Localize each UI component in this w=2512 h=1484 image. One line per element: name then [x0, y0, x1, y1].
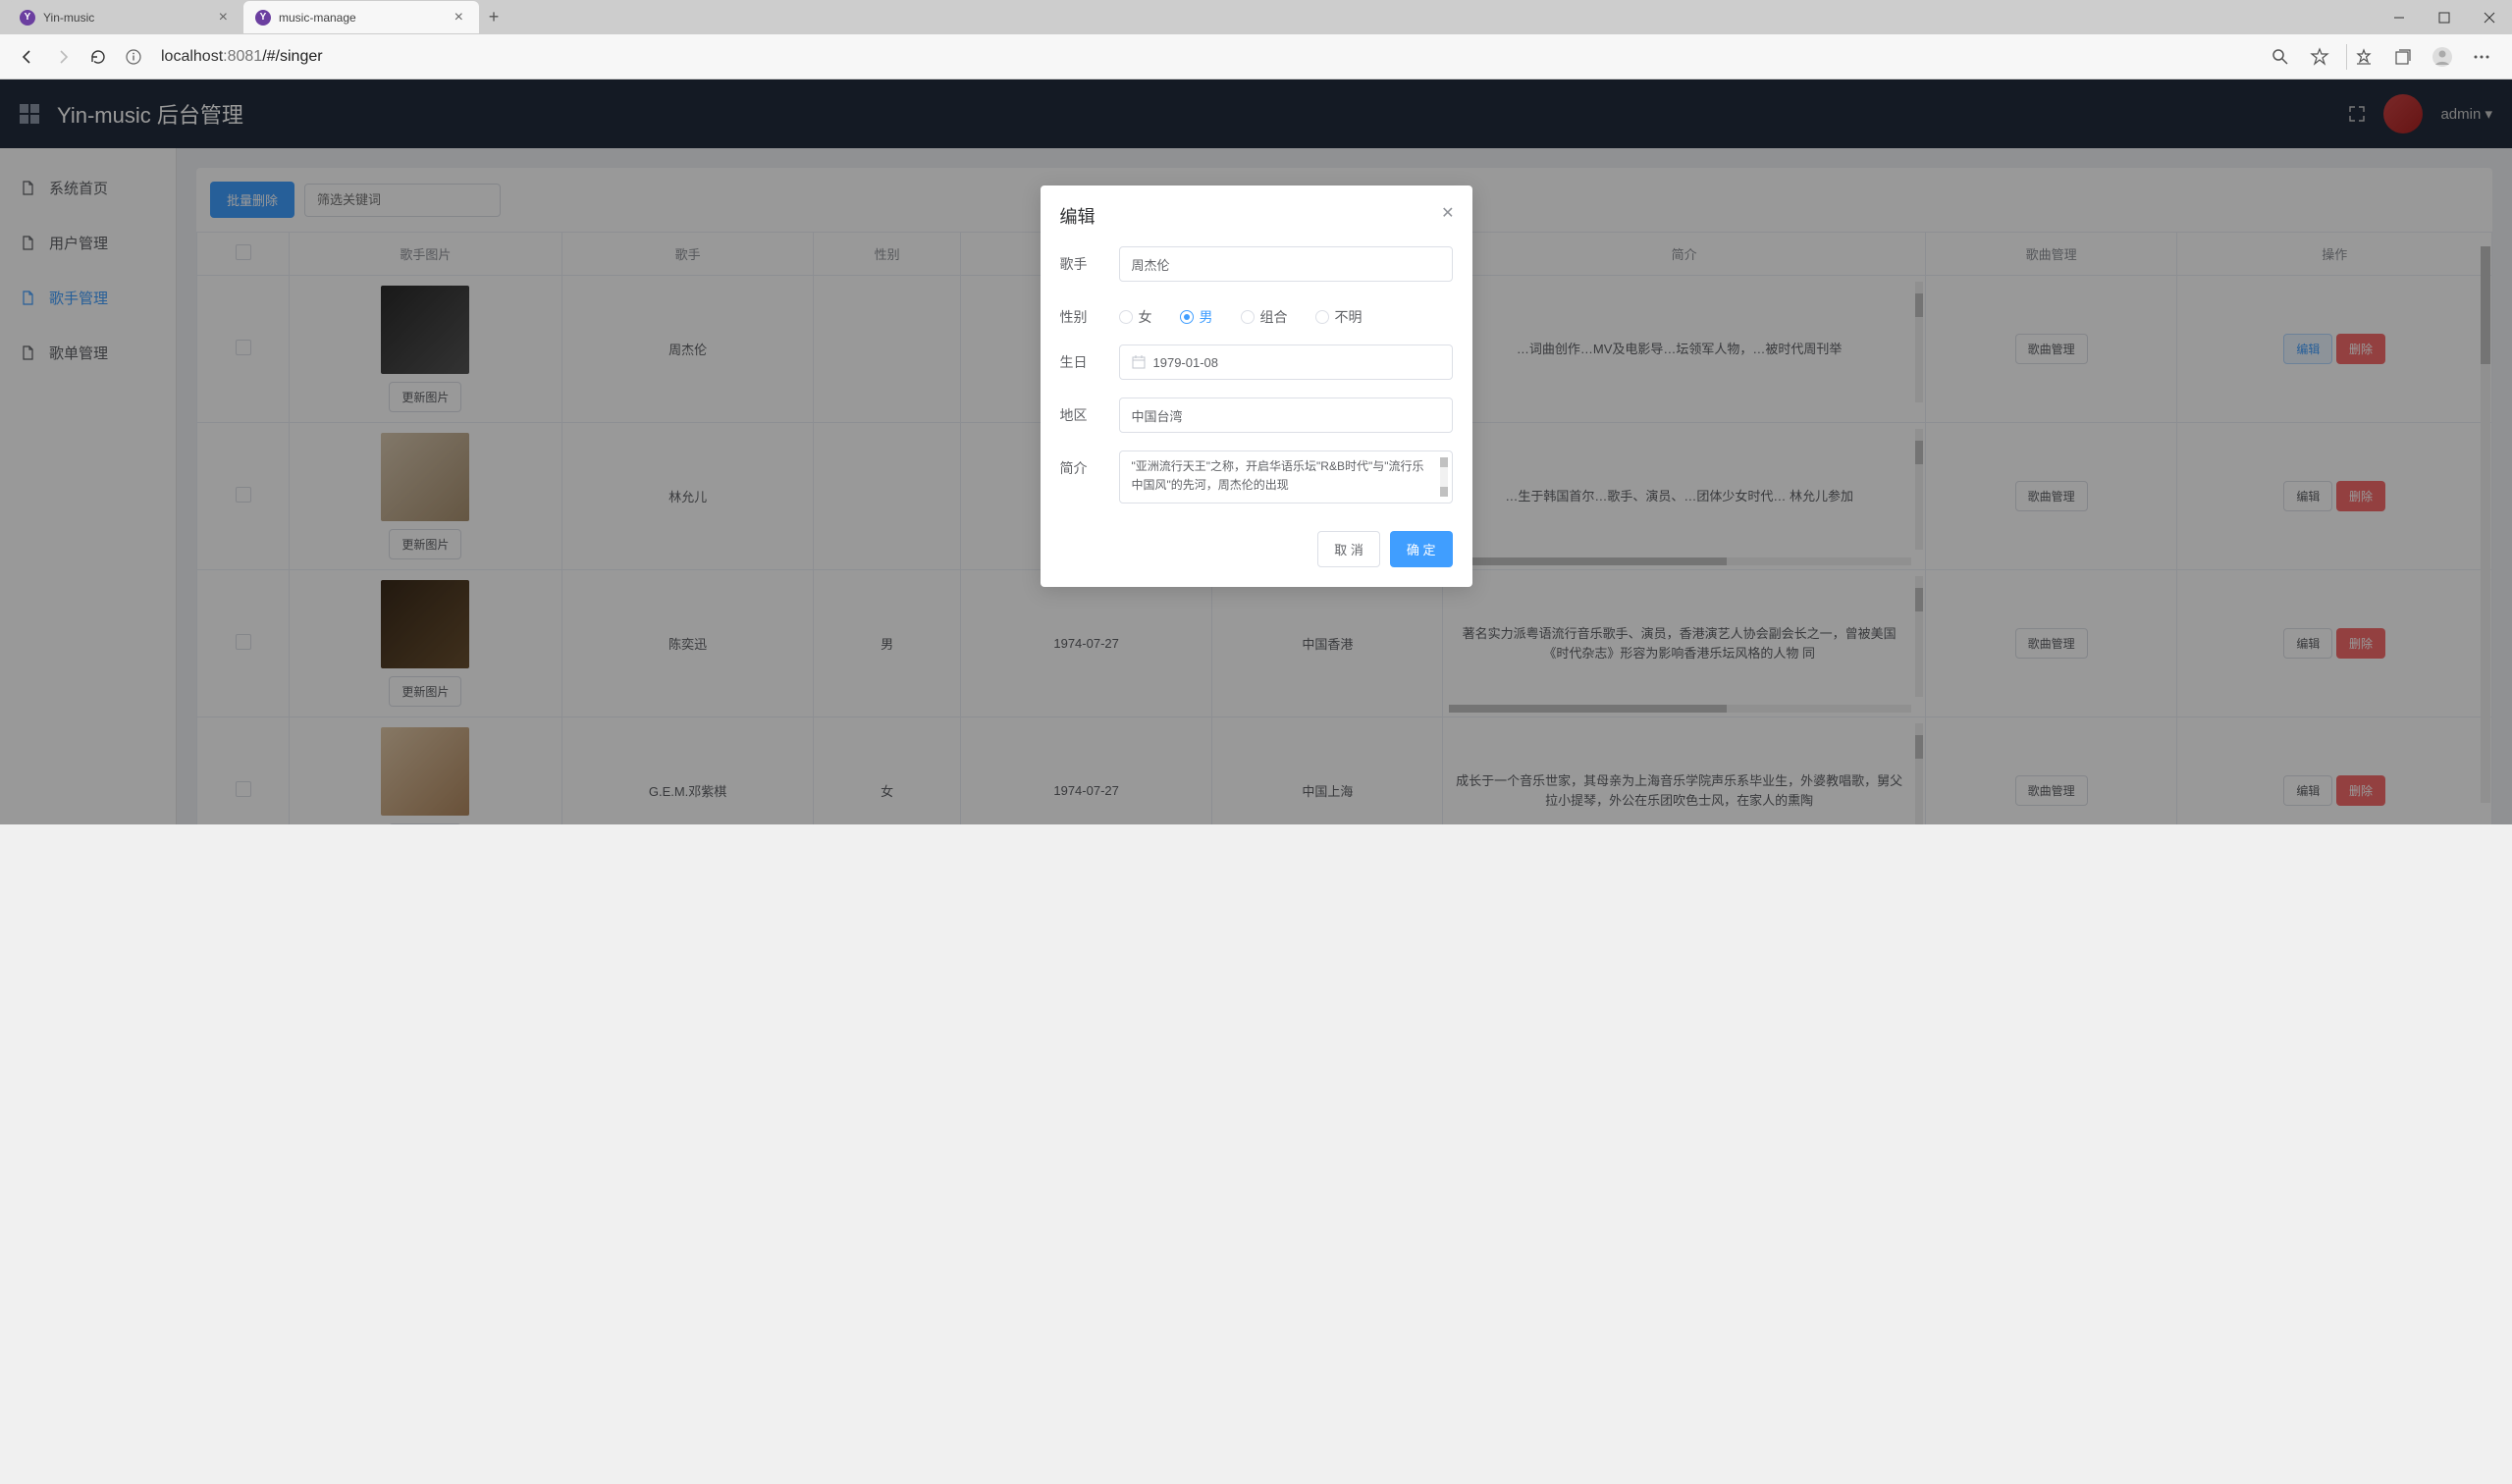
nav-back-button[interactable]: [10, 39, 45, 75]
collections-icon[interactable]: [2392, 46, 2414, 68]
label-singer: 歌手: [1060, 246, 1119, 274]
nav-forward-button: [45, 39, 80, 75]
singer-input[interactable]: 周杰伦: [1119, 246, 1453, 282]
radio-unknown[interactable]: 不明: [1315, 307, 1363, 327]
nav-refresh-button[interactable]: [80, 39, 116, 75]
url-host: localhost: [161, 48, 223, 66]
region-input[interactable]: 中国台湾: [1119, 398, 1453, 433]
app-root: Yin-music 后台管理 admin ▾ 系统首页 用户管理 歌手管理: [0, 80, 2512, 824]
favicon-icon: Y: [255, 10, 271, 26]
address-bar: localhost:8081/#/singer: [0, 34, 2512, 80]
cancel-button[interactable]: 取 消: [1317, 531, 1380, 567]
tab-title: music-manage: [279, 11, 443, 25]
tab-title: Yin-music: [43, 11, 207, 25]
favorite-icon[interactable]: [2309, 46, 2330, 68]
radio-group[interactable]: 组合: [1241, 307, 1288, 327]
search-icon[interactable]: [2270, 46, 2291, 68]
new-tab-button[interactable]: +: [479, 3, 508, 32]
textarea-scrollbar-icon[interactable]: [1440, 457, 1448, 497]
browser-tab[interactable]: Y Yin-music ×: [8, 1, 243, 33]
tab-close-icon[interactable]: ×: [451, 9, 467, 26]
window-maximize-button[interactable]: [2422, 1, 2467, 33]
intro-textarea[interactable]: "亚洲流行天王"之称，开启华语乐坛"R&B时代"与"流行乐中国风"的先河，周杰伦…: [1119, 450, 1453, 504]
radio-male[interactable]: 男: [1180, 307, 1213, 327]
browser-chrome: Y Yin-music × Y music-manage × +: [0, 0, 2512, 80]
label-birthday: 生日: [1060, 344, 1119, 372]
profile-icon[interactable]: [2432, 46, 2453, 68]
dialog-close-button[interactable]: ✕: [1441, 203, 1454, 223]
tab-close-icon[interactable]: ×: [215, 9, 232, 26]
url-port: :8081: [223, 48, 262, 66]
window-close-button[interactable]: [2467, 1, 2512, 33]
browser-tab[interactable]: Y music-manage ×: [243, 1, 479, 33]
url-path: /#/singer: [262, 48, 322, 66]
label-region: 地区: [1060, 398, 1119, 425]
window-minimize-button[interactable]: [2377, 1, 2422, 33]
site-info-icon[interactable]: [116, 39, 151, 75]
confirm-button[interactable]: 确 定: [1390, 531, 1453, 567]
calendar-icon: [1132, 355, 1146, 369]
radio-female[interactable]: 女: [1119, 307, 1152, 327]
tab-bar: Y Yin-music × Y music-manage × +: [0, 0, 2512, 34]
favorites-bar-icon[interactable]: [2353, 46, 2375, 68]
dialog-title: 编辑: [1060, 207, 1096, 227]
birthday-input[interactable]: 1979-01-08: [1119, 344, 1453, 380]
more-icon[interactable]: [2471, 46, 2492, 68]
label-gender: 性别: [1060, 299, 1119, 327]
favicon-icon: Y: [20, 10, 35, 26]
url-input[interactable]: localhost:8081/#/singer: [161, 41, 2260, 73]
label-intro: 简介: [1060, 450, 1119, 478]
edit-dialog: 编辑 ✕ 歌手 周杰伦 性别 女 男 组合 不明 生日: [1041, 186, 1472, 587]
